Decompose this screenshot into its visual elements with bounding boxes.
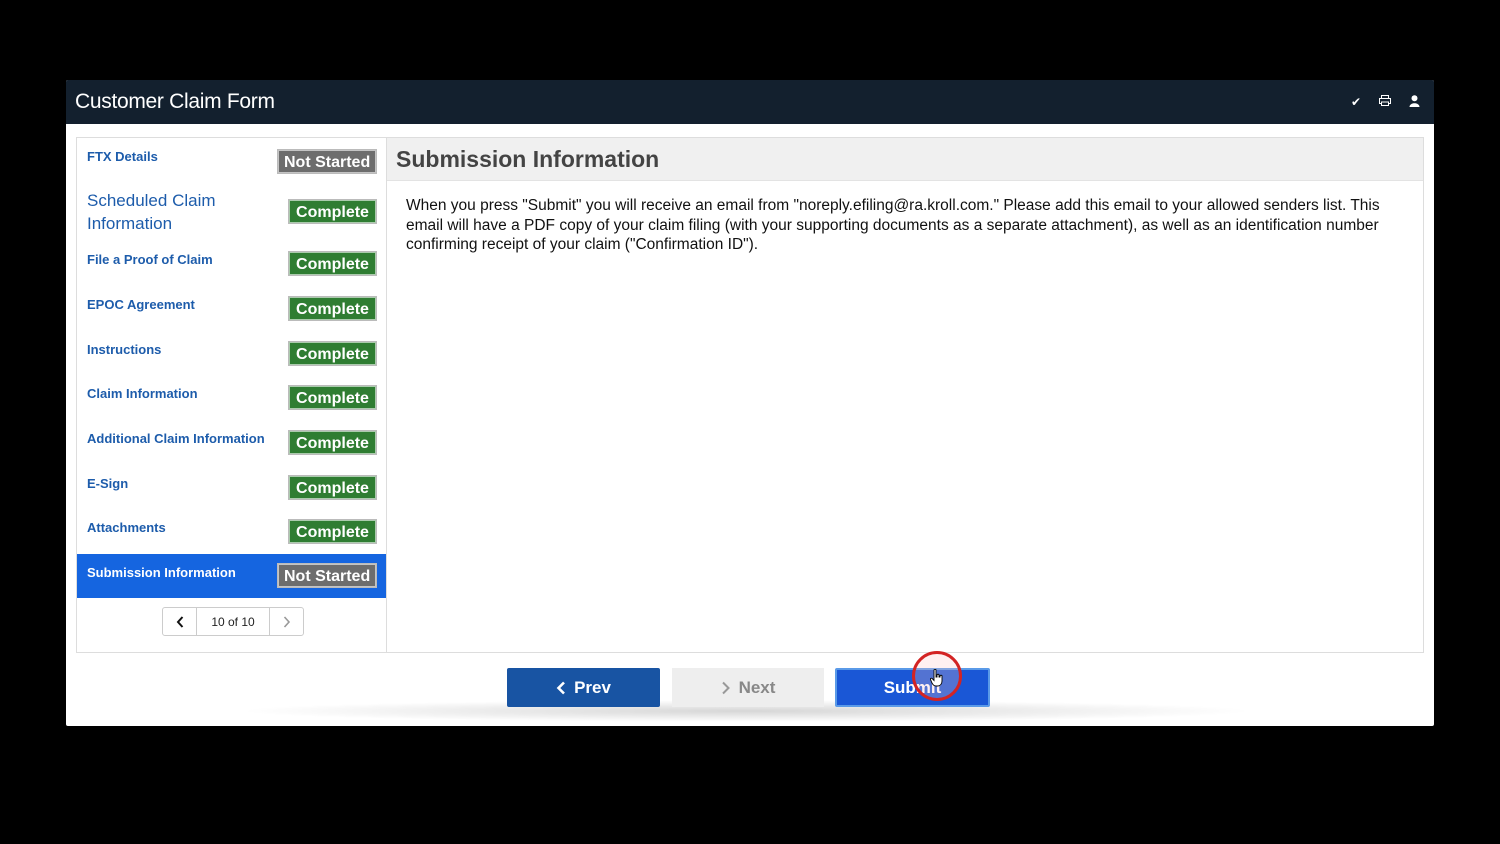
sidebar-item-label: EPOC Agreement xyxy=(87,297,195,312)
pager-count: 10 of 10 xyxy=(196,608,270,635)
user-icon[interactable] xyxy=(1409,94,1420,110)
sidebar-item-epoc-agreement[interactable]: EPOC Agreement Complete xyxy=(77,296,386,321)
chevron-right-icon xyxy=(283,615,290,628)
status-badge: Complete xyxy=(288,385,377,410)
status-badge: Complete xyxy=(288,341,377,366)
content-header: Submission Information xyxy=(387,138,1423,181)
sidebar-item-instructions[interactable]: Instructions Complete xyxy=(77,341,386,366)
check-icon[interactable]: ✔ xyxy=(1351,95,1361,109)
sidebar-item-label: Instructions xyxy=(87,342,162,357)
title-actions: ✔ xyxy=(1351,94,1420,110)
next-button[interactable]: Next xyxy=(672,668,824,707)
sidebar-item-label: Submission Information xyxy=(87,565,236,580)
sidebar-item-label: E-Sign xyxy=(87,476,129,491)
chevron-right-icon xyxy=(721,681,730,694)
prev-button[interactable]: Prev xyxy=(507,668,660,707)
status-badge: Complete xyxy=(288,519,377,544)
print-icon[interactable] xyxy=(1379,95,1391,109)
sidebar-item-label: Additional Claim Information xyxy=(87,431,265,446)
status-badge: Complete xyxy=(288,251,377,276)
sidebar-item-label: FTX Details xyxy=(87,149,158,164)
next-button-label: Next xyxy=(738,677,776,697)
hand-cursor-icon xyxy=(929,668,944,692)
sidebar-item-label: Scheduled Claim Information xyxy=(87,191,216,233)
sidebar-item-additional-claim-information[interactable]: Additional Claim Information Complete xyxy=(77,430,386,455)
sidebar-item-claim-information[interactable]: Claim Information Complete xyxy=(77,385,386,410)
sidebar-item-attachments[interactable]: Attachments Complete xyxy=(77,519,386,544)
prev-button-label: Prev xyxy=(574,677,611,697)
status-badge: Complete xyxy=(288,296,377,321)
claim-form-window: Customer Claim Form ✔ FTX Details Not St… xyxy=(66,80,1434,726)
sidebar-item-label: File a Proof of Claim xyxy=(87,252,213,267)
status-badge: Not Started xyxy=(277,149,377,174)
sidebar-item-e-sign[interactable]: E-Sign Complete xyxy=(77,475,386,500)
sidebar-item-ftx-details[interactable]: FTX Details Not Started xyxy=(77,148,386,174)
status-badge: Not Started xyxy=(277,563,377,588)
section-pager: 10 of 10 xyxy=(162,607,304,636)
pager-prev-button[interactable] xyxy=(163,608,196,635)
section-sidebar: FTX Details Not Started Scheduled Claim … xyxy=(77,138,387,652)
chevron-left-icon xyxy=(556,681,565,694)
page-title: Submission Information xyxy=(396,145,660,172)
sidebar-item-submission-information[interactable]: Submission Information Not Started xyxy=(77,554,386,598)
sidebar-item-label: Attachments xyxy=(87,520,166,535)
title-bar: Customer Claim Form ✔ xyxy=(66,80,1434,124)
content-area: Submission Information When you press "S… xyxy=(387,138,1423,652)
sidebar-item-scheduled-claim[interactable]: Scheduled Claim Information Complete xyxy=(77,189,386,235)
sidebar-item-label: Claim Information xyxy=(87,386,198,401)
submission-instructions: When you press "Submit" you will receive… xyxy=(406,197,1380,253)
pager-next-button[interactable] xyxy=(270,608,303,635)
chevron-left-icon xyxy=(176,615,183,628)
status-badge: Complete xyxy=(288,199,377,224)
app-title: Customer Claim Form xyxy=(75,90,275,113)
sidebar-item-proof-of-claim[interactable]: File a Proof of Claim Complete xyxy=(77,251,386,276)
status-badge: Complete xyxy=(288,430,377,455)
status-badge: Complete xyxy=(288,475,377,500)
form-panel: FTX Details Not Started Scheduled Claim … xyxy=(76,137,1424,653)
